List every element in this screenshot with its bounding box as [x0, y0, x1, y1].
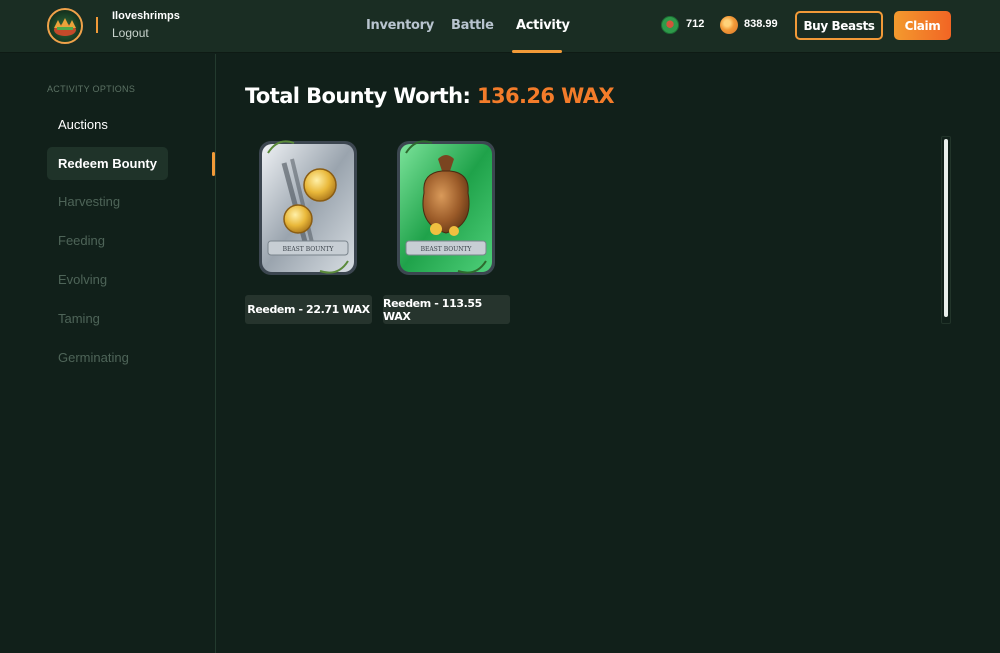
bounty-card[interactable]: BEAST BOUNTY [392, 133, 500, 283]
scrollbar-thumb[interactable] [944, 139, 948, 317]
orange-coin-icon [720, 16, 738, 34]
card-ribbon-label: BEAST BOUNTY [421, 246, 473, 253]
redeem-button[interactable]: Reedem - 22.71 WAX [245, 295, 372, 324]
nav-tab-battle[interactable]: Battle [451, 18, 494, 33]
beast-logo-icon [54, 18, 76, 36]
sidebar-item-feeding[interactable]: Feeding [47, 224, 116, 257]
buy-beasts-button[interactable]: Buy Beasts [795, 11, 883, 40]
bounty-card[interactable]: BEAST BOUNTY [254, 133, 362, 283]
scrollbar[interactable] [941, 136, 951, 324]
green-token-icon [661, 16, 679, 34]
treasure-sack-icon: BEAST BOUNTY [397, 140, 495, 275]
sidebar-item-harvesting[interactable]: Harvesting [47, 185, 131, 218]
logout-link[interactable]: Logout [112, 26, 149, 40]
username: Iloveshrimps [112, 10, 180, 22]
sidebar: ACTIVITY OPTIONS Auctions Redeem Bounty … [0, 54, 216, 653]
sidebar-item-germinating[interactable]: Germinating [47, 341, 140, 374]
sidebar-item-evolving[interactable]: Evolving [47, 263, 118, 296]
selected-item-indicator [212, 152, 215, 176]
avatar[interactable] [47, 8, 83, 44]
nav-tab-inventory[interactable]: Inventory [366, 18, 434, 33]
page-title: Total Bounty Worth: 136.26 WAX [245, 84, 615, 108]
top-bar: Iloveshrimps Logout Inventory Battle Act… [0, 0, 1000, 53]
gold-coins-icon: BEAST BOUNTY [259, 140, 357, 275]
sidebar-item-auctions[interactable]: Auctions [47, 108, 119, 141]
title-prefix: Total Bounty Worth: [245, 84, 471, 108]
total-bounty-value: 136.26 WAX [476, 84, 615, 108]
user-divider [96, 17, 98, 33]
claim-button[interactable]: Claim [894, 11, 951, 40]
active-tab-underline [512, 50, 562, 53]
sidebar-item-taming[interactable]: Taming [47, 302, 111, 335]
token-balance: 712 [686, 18, 705, 30]
nav-tab-activity[interactable]: Activity [516, 18, 570, 33]
coin-balance: 838.99 [744, 18, 778, 30]
redeem-button[interactable]: Reedem - 113.55 WAX [383, 295, 510, 324]
sidebar-heading: ACTIVITY OPTIONS [47, 84, 136, 94]
sidebar-item-redeem-bounty[interactable]: Redeem Bounty [47, 147, 168, 180]
card-ribbon-label: BEAST BOUNTY [283, 246, 335, 253]
